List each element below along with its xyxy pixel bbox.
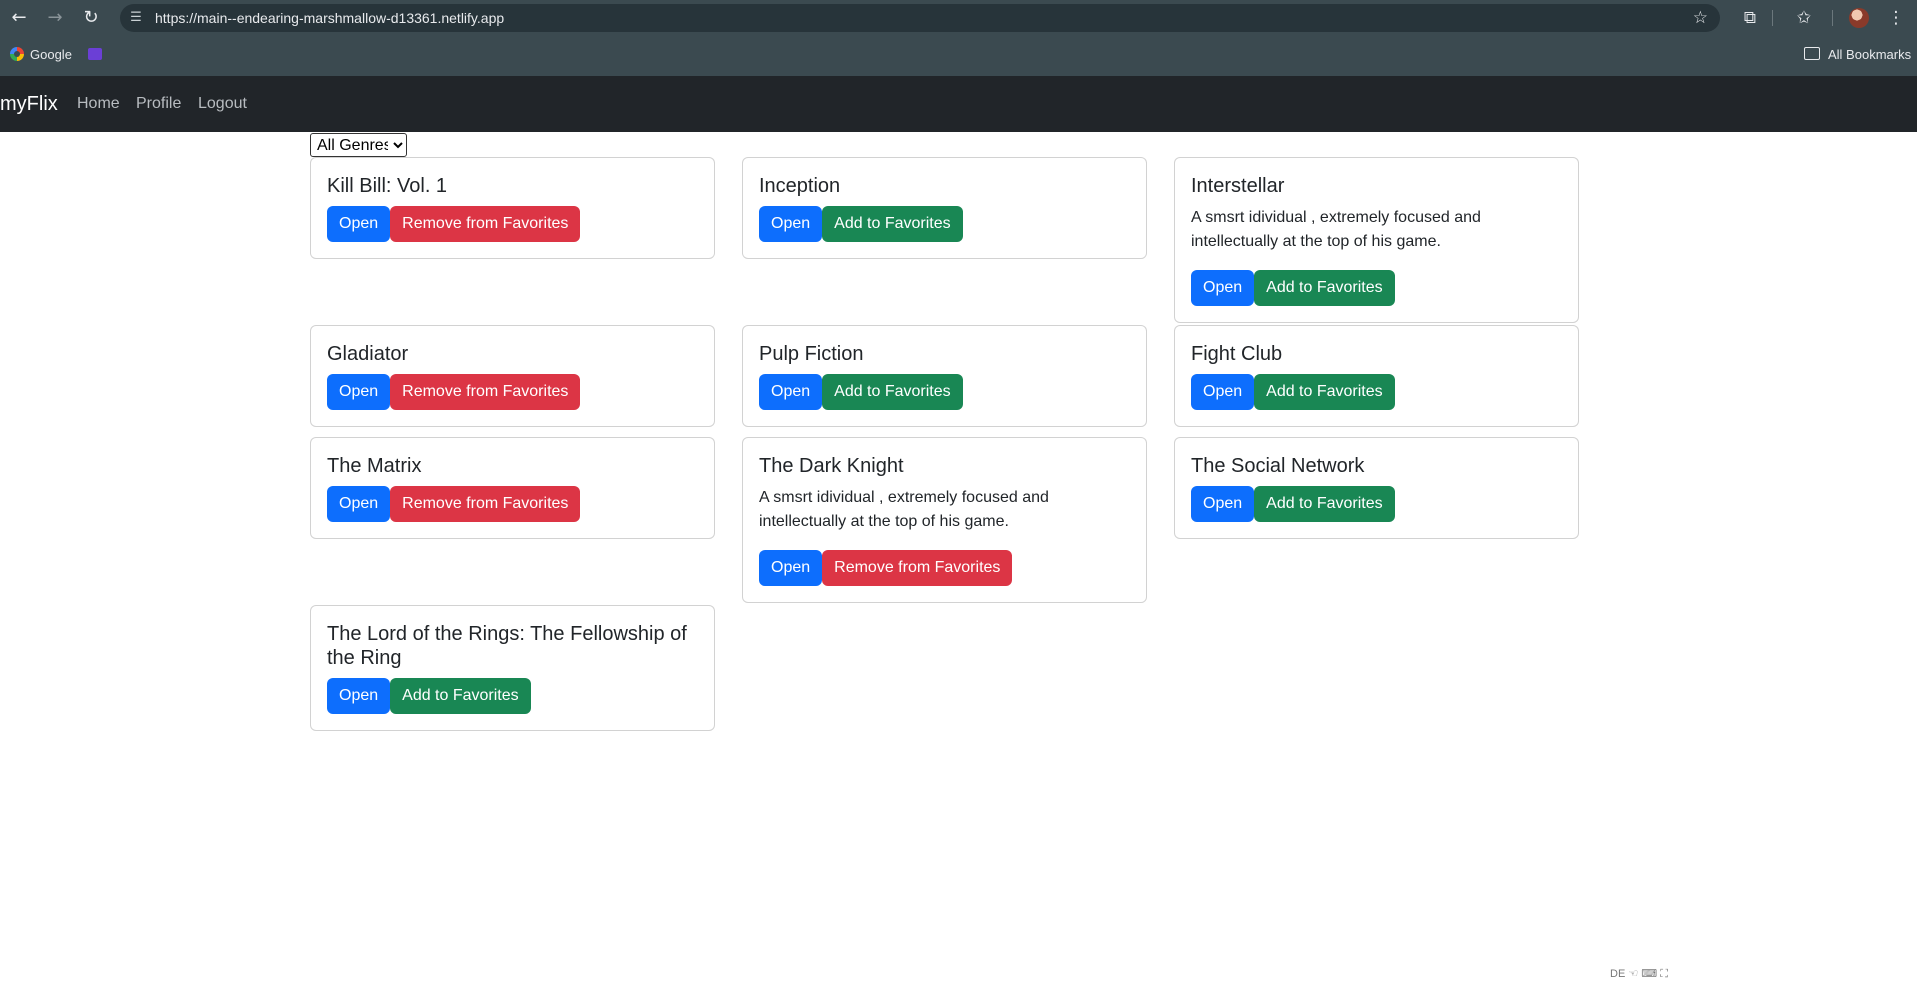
url-text[interactable]: https://main--endearing-marshmallow-d133… xyxy=(155,4,504,32)
movie-description: A smsrt idividual , extremely focused an… xyxy=(759,489,1049,530)
card-actions: Open Add to Favorites xyxy=(759,374,1130,410)
card-actions: Open Add to Favorites xyxy=(1191,486,1562,522)
movie-title: Gladiator xyxy=(327,343,409,365)
favorites-icon[interactable]: ✩ xyxy=(1792,6,1816,30)
movie-title: Fight Club xyxy=(1191,343,1283,365)
remove-from-favorites-button[interactable]: Remove from Favorites xyxy=(390,206,581,242)
bookmarks-bar: Google All Bookmarks xyxy=(0,36,1917,77)
add-to-favorites-button[interactable]: Add to Favorites xyxy=(1254,374,1395,410)
all-bookmarks[interactable]: All Bookmarks xyxy=(1804,45,1911,65)
remove-from-favorites-button[interactable]: Remove from Favorites xyxy=(390,374,581,410)
card-actions: Open Add to Favorites xyxy=(1191,374,1562,410)
language-indicator[interactable]: DE xyxy=(1610,968,1625,980)
movie-card: The Dark Knight A smsrt idividual , extre… xyxy=(742,437,1147,603)
add-to-favorites-button[interactable]: Add to Favorites xyxy=(1254,270,1395,306)
open-button[interactable]: Open xyxy=(327,374,391,410)
open-button[interactable]: Open xyxy=(327,486,391,522)
app-navbar: myFlix Home Profile Logout xyxy=(0,76,1917,132)
movie-card: The Lord of the Rings: The Fellowship of… xyxy=(310,605,715,731)
forward-icon[interactable]: → xyxy=(42,5,68,31)
fullscreen-icon[interactable]: ⛶ xyxy=(1660,967,1668,980)
movie-card: Inception Open Add to Favorites xyxy=(742,157,1147,259)
hand-icon[interactable]: ☜ xyxy=(1628,967,1638,980)
card-actions: Open Add to Favorites xyxy=(327,678,698,714)
google-icon xyxy=(10,47,24,61)
open-button[interactable]: Open xyxy=(327,678,391,714)
card-actions: Open Remove from Favorites xyxy=(327,206,698,242)
movie-card: Gladiator Open Remove from Favorites xyxy=(310,325,715,427)
movie-description: A smsrt idividual , extremely focused an… xyxy=(1191,209,1481,250)
remove-from-favorites-button[interactable]: Remove from Favorites xyxy=(390,486,581,522)
movie-title: Pulp Fiction xyxy=(759,343,864,365)
open-button[interactable]: Open xyxy=(759,550,823,586)
bookmark-mail[interactable] xyxy=(88,45,102,65)
open-button[interactable]: Open xyxy=(759,206,823,242)
movie-title: The Social Network xyxy=(1191,455,1365,477)
add-to-favorites-button[interactable]: Add to Favorites xyxy=(822,374,963,410)
bookmark-star-icon[interactable]: ☆ xyxy=(1693,8,1708,28)
movie-title: The Matrix xyxy=(327,455,422,477)
movie-card: Kill Bill: Vol. 1 Open Remove from Favorit… xyxy=(310,157,715,259)
reload-icon[interactable]: ↻ xyxy=(78,5,104,31)
movie-title: The Dark Knight xyxy=(759,455,904,477)
bookmark-label: Google xyxy=(30,47,72,62)
brand-logo[interactable]: myFlix xyxy=(0,76,58,132)
movie-card: The Matrix Open Remove from Favorites xyxy=(310,437,715,539)
open-button[interactable]: Open xyxy=(327,206,391,242)
folder-icon xyxy=(1804,47,1820,60)
card-actions: Open Remove from Favorites xyxy=(327,486,698,522)
toolbar-divider xyxy=(1772,10,1773,26)
open-button[interactable]: Open xyxy=(1191,486,1255,522)
nav-link-profile[interactable]: Profile xyxy=(136,76,181,132)
movie-title: The Lord of the Rings: The Fellowship of… xyxy=(327,623,687,669)
card-actions: Open Add to Favorites xyxy=(1191,270,1562,306)
card-actions: Open Remove from Favorites xyxy=(759,550,1130,586)
menu-icon[interactable]: ⋮ xyxy=(1884,6,1908,30)
nav-link-home[interactable]: Home xyxy=(77,76,120,132)
movie-card: Pulp Fiction Open Add to Favorites xyxy=(742,325,1147,427)
browser-toolbar: ← → ↻ ☰ https://main--endearing-marshmal… xyxy=(0,0,1917,36)
all-bookmarks-label: All Bookmarks xyxy=(1828,47,1912,62)
movie-title: Kill Bill: Vol. 1 xyxy=(327,175,448,197)
open-button[interactable]: Open xyxy=(1191,374,1255,410)
movie-card: Fight Club Open Add to Favorites xyxy=(1174,325,1579,427)
open-button[interactable]: Open xyxy=(1191,270,1255,306)
keyboard-icon[interactable]: ⌨ xyxy=(1641,967,1657,980)
add-to-favorites-button[interactable]: Add to Favorites xyxy=(1254,486,1395,522)
back-icon[interactable]: ← xyxy=(6,5,32,31)
profile-avatar[interactable] xyxy=(1849,8,1869,28)
card-actions: Open Add to Favorites xyxy=(759,206,1130,242)
genre-filter-select[interactable]: All Genres xyxy=(310,133,407,157)
add-to-favorites-button[interactable]: Add to Favorites xyxy=(390,678,531,714)
site-info-icon[interactable]: ☰ xyxy=(128,10,144,26)
mail-icon xyxy=(88,48,102,60)
open-button[interactable]: Open xyxy=(759,374,823,410)
movie-card: Interstellar A smsrt idividual , extremel… xyxy=(1174,157,1579,323)
movie-card: The Social Network Open Add to Favorites xyxy=(1174,437,1579,539)
extension-indicators: DE ☜ ⌨ ⛶ xyxy=(1610,966,1668,982)
movie-title: Interstellar xyxy=(1191,175,1285,197)
card-actions: Open Remove from Favorites xyxy=(327,374,698,410)
movie-title: Inception xyxy=(759,175,841,197)
address-bar[interactable]: ☰ https://main--endearing-marshmallow-d1… xyxy=(120,4,1720,32)
bookmark-google[interactable]: Google xyxy=(10,45,72,65)
add-to-favorites-button[interactable]: Add to Favorites xyxy=(822,206,963,242)
toolbar-divider xyxy=(1832,10,1833,26)
nav-link-logout[interactable]: Logout xyxy=(198,76,247,132)
remove-from-favorites-button[interactable]: Remove from Favorites xyxy=(822,550,1013,586)
extensions-icon[interactable]: ⧉ xyxy=(1738,6,1762,30)
